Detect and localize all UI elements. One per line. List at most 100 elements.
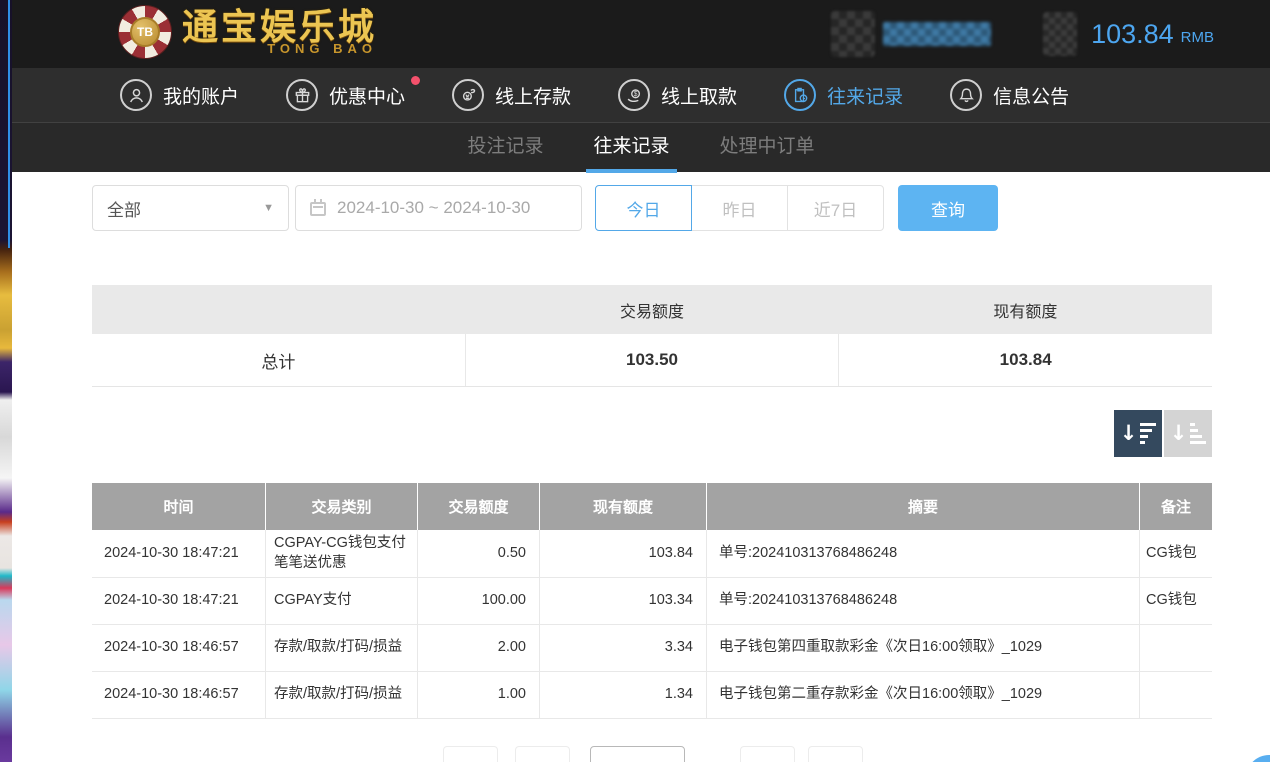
col-header-remark: 备注 [1140, 483, 1212, 530]
cell-remark: CG钱包 [1140, 530, 1212, 577]
quick-range-group: 今日 昨日 近7日 [595, 185, 884, 231]
nav-label: 信息公告 [993, 82, 1069, 109]
cell-time: 2024-10-30 18:47:21 [92, 530, 266, 577]
content: 全部 ▼ 2024-10-30 ~ 2024-10-30 今日 昨日 近7日 查… [12, 172, 1270, 762]
table-row: 2024-10-30 18:47:21 CGPAY支付 100.00 103.3… [92, 578, 1212, 625]
records-icon [784, 79, 816, 111]
nav-item-announcements[interactable]: 信息公告 [950, 79, 1069, 111]
nav-item-my-account[interactable]: 我的账户 [120, 79, 239, 111]
gift-icon [286, 79, 318, 111]
balance-amount: 103.84 [1091, 19, 1174, 50]
col-header-type: 交易类别 [266, 483, 418, 530]
nav-label: 我的账户 [163, 82, 239, 109]
top-header: TB 通宝娱乐城 TONG BAO 103.84 RMB [12, 0, 1270, 68]
main-nav: 我的账户 优惠中心 [12, 68, 1270, 122]
nav-item-promotions[interactable]: 优惠中心 [286, 79, 405, 111]
sort-ascending-icon: ↓ [1170, 423, 1207, 444]
quick-yesterday-button[interactable]: 昨日 [691, 185, 788, 231]
cell-balance: 3.34 [540, 625, 707, 671]
quick-today-button[interactable]: 今日 [595, 185, 692, 231]
table-row: 2024-10-30 18:47:21 CGPAY-CG钱包支付笔笔送优惠 0.… [92, 530, 1212, 578]
col-header-amount: 交易额度 [418, 483, 540, 530]
cell-summary: 单号:202410313768486248 [707, 530, 1140, 577]
brand-text: 通宝娱乐城 TONG BAO [182, 9, 377, 56]
summary-total-trade-amount: 103.50 [465, 334, 839, 386]
summary-table: 交易额度 现有额度 总计 103.50 103.84 [92, 285, 1212, 387]
filter-row: 全部 ▼ 2024-10-30 ~ 2024-10-30 今日 昨日 近7日 查… [92, 185, 1212, 231]
pagination-page-select[interactable] [590, 746, 685, 762]
pagination-last-button[interactable] [808, 746, 863, 762]
sort-ascending-button[interactable]: ↓ [1164, 410, 1212, 457]
cell-balance: 1.34 [540, 672, 707, 718]
table-row: 2024-10-30 18:46:57 存款/取款/打码/损益 2.00 3.3… [92, 625, 1212, 672]
chevron-down-icon: ▼ [263, 202, 274, 214]
cell-remark: CG钱包 [1140, 578, 1212, 624]
cell-amount: 0.50 [418, 530, 540, 577]
notification-dot [411, 76, 420, 85]
sort-descending-icon: ↓ [1120, 423, 1157, 444]
nav-label: 线上存款 [495, 82, 571, 109]
summary-col-trade-amount: 交易额度 [465, 298, 838, 322]
cell-time: 2024-10-30 18:46:57 [92, 625, 266, 671]
user-icon [120, 79, 152, 111]
date-range-input[interactable]: 2024-10-30 ~ 2024-10-30 [295, 185, 582, 231]
pagination [92, 746, 1212, 762]
avatar[interactable] [831, 11, 875, 57]
cell-type: 存款/取款/打码/损益 [266, 672, 418, 718]
cell-summary: 电子钱包第四重取款彩金《次日16:00领取》_1029 [707, 625, 1140, 671]
cell-summary: 单号:202410313768486248 [707, 578, 1140, 624]
pagination-first-button[interactable] [443, 746, 498, 762]
calendar-icon [310, 202, 326, 216]
cell-type: CGPAY支付 [266, 578, 418, 624]
tab-processing-orders[interactable]: 处理中订单 [718, 123, 817, 173]
main-area: TB 通宝娱乐城 TONG BAO 103.84 RMB [12, 0, 1270, 762]
cell-remark [1140, 625, 1212, 671]
tab-transaction-records[interactable]: 往来记录 [591, 123, 671, 173]
table-row: 2024-10-30 18:46:57 存款/取款/打码/损益 1.00 1.3… [92, 672, 1212, 719]
col-header-time: 时间 [92, 483, 266, 530]
svg-text:$: $ [633, 91, 637, 98]
date-range-value: 2024-10-30 ~ 2024-10-30 [337, 198, 530, 218]
table-header: 时间 交易类别 交易额度 现有额度 摘要 备注 [92, 483, 1212, 530]
search-button[interactable]: 查询 [898, 185, 998, 231]
nav-item-withdraw[interactable]: $ 线上取款 [618, 79, 737, 111]
casino-chip-icon: TB [118, 5, 172, 59]
type-select-value: 全部 [107, 196, 141, 221]
nav-label: 线上取款 [661, 82, 737, 109]
transactions-table: 时间 交易类别 交易额度 现有额度 摘要 备注 2024-10-30 18:47… [92, 483, 1212, 719]
cell-balance: 103.84 [540, 530, 707, 577]
summary-col-balance: 现有额度 [839, 298, 1212, 322]
summary-header: 交易额度 现有额度 [92, 285, 1212, 334]
withdraw-icon: $ [618, 79, 650, 111]
nav-item-deposit[interactable]: 线上存款 [452, 79, 571, 111]
cell-time: 2024-10-30 18:46:57 [92, 672, 266, 718]
cell-amount: 1.00 [418, 672, 540, 718]
pagination-next-button[interactable] [740, 746, 795, 762]
cell-remark [1140, 672, 1212, 718]
balance-currency: RMB [1181, 22, 1214, 46]
cell-time: 2024-10-30 18:47:21 [92, 578, 266, 624]
chip-monogram: TB [130, 17, 160, 47]
page: TB 通宝娱乐城 TONG BAO 103.84 RMB [0, 0, 1270, 762]
summary-total-row: 总计 103.50 103.84 [92, 334, 1212, 387]
cell-amount: 100.00 [418, 578, 540, 624]
summary-total-label: 总计 [92, 348, 465, 373]
sort-descending-button[interactable]: ↓ [1114, 410, 1162, 457]
record-tabs: 投注记录 往来记录 处理中订单 [12, 122, 1270, 172]
brand-title: 通宝娱乐城 [182, 9, 377, 45]
bell-icon [950, 79, 982, 111]
cell-type: CGPAY-CG钱包支付笔笔送优惠 [266, 530, 418, 577]
col-header-balance: 现有额度 [540, 483, 707, 530]
cell-type: 存款/取款/打码/损益 [266, 625, 418, 671]
brand-logo[interactable]: TB 通宝娱乐城 TONG BAO [118, 5, 377, 59]
type-select[interactable]: 全部 ▼ [92, 185, 289, 231]
cell-amount: 2.00 [418, 625, 540, 671]
promo-banner-strip [0, 0, 12, 762]
nav-item-transaction-records[interactable]: 往来记录 [784, 79, 903, 111]
tab-betting-records[interactable]: 投注记录 [465, 123, 545, 173]
pagination-prev-button[interactable] [515, 746, 570, 762]
coin-icon [1043, 12, 1077, 56]
username-redacted[interactable] [883, 22, 991, 46]
edge-highlight-line [8, 0, 10, 248]
quick-last7days-button[interactable]: 近7日 [787, 185, 884, 231]
